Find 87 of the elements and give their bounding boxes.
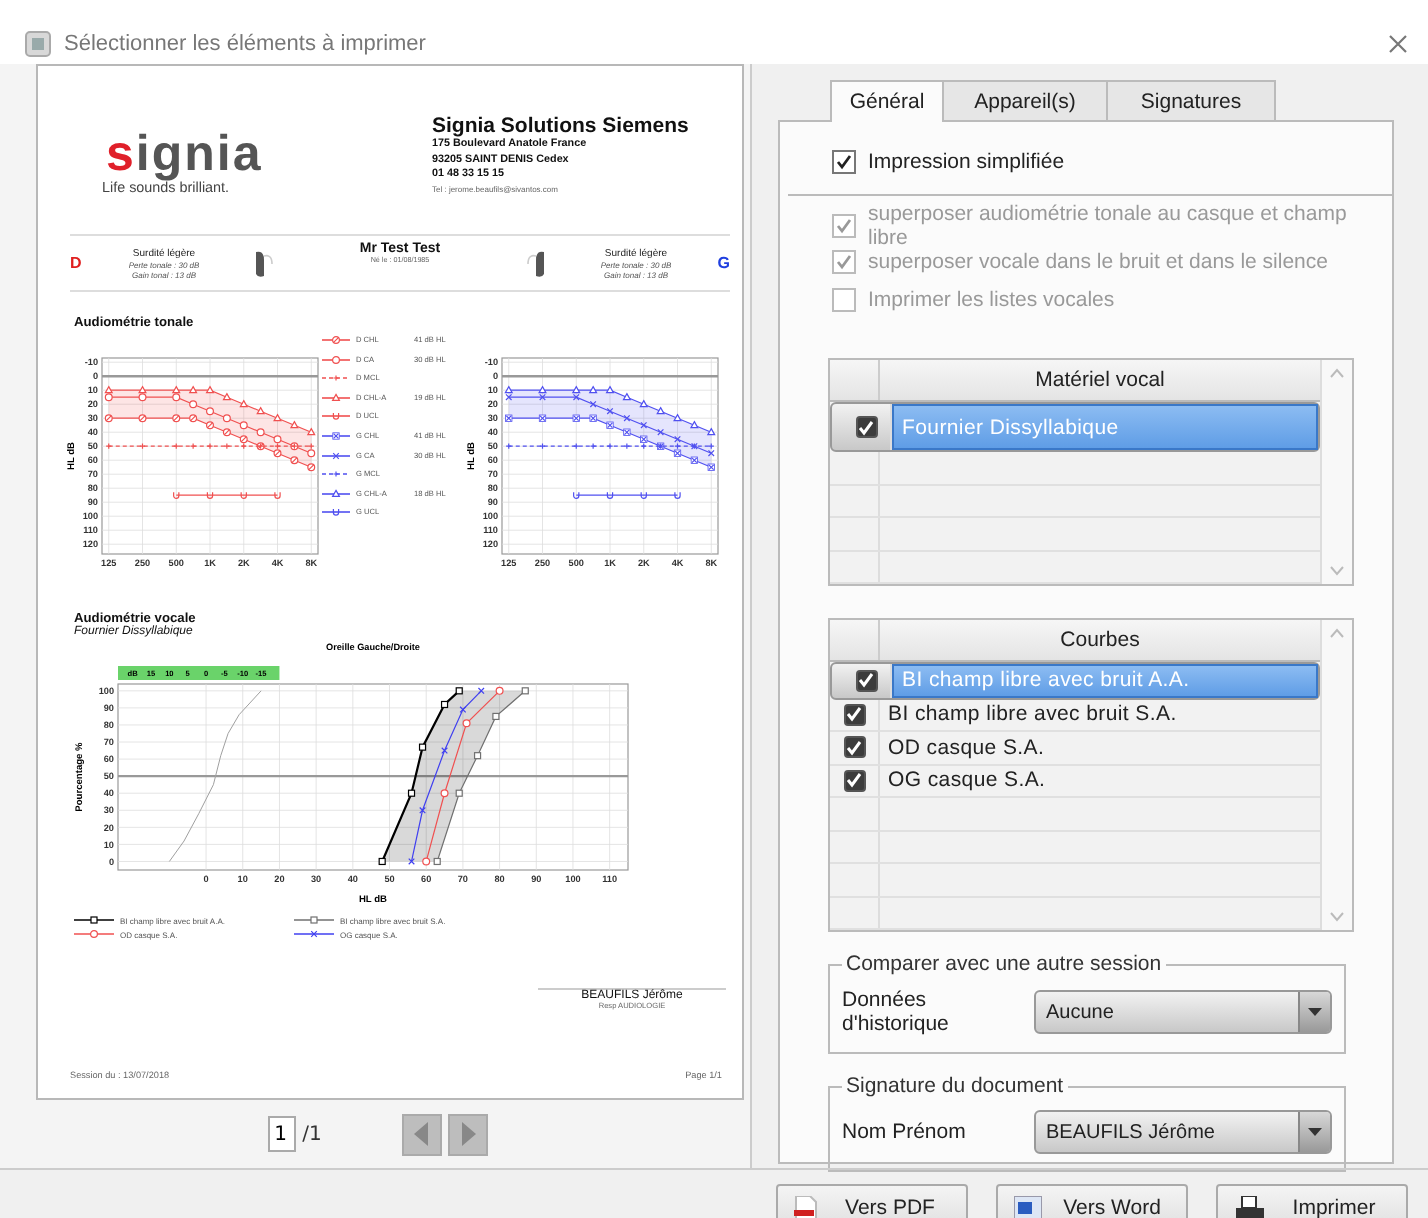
point	[189, 443, 197, 450]
point	[378, 857, 386, 866]
list-row[interactable]: OG casque S.A.	[830, 765, 1320, 798]
next-page-button[interactable]	[447, 1113, 488, 1155]
point	[407, 789, 416, 797]
scroll-up-icon[interactable]	[1330, 368, 1344, 378]
legend-line-icon	[322, 449, 350, 462]
legend-line-icon	[322, 391, 350, 404]
point	[418, 743, 427, 751]
point	[521, 687, 529, 695]
app-icon	[24, 30, 52, 58]
point	[455, 687, 463, 695]
field-label: Nom Prénom	[842, 1120, 968, 1144]
point	[455, 789, 463, 797]
point	[419, 806, 426, 814]
dropdown-arrow-icon	[1308, 1008, 1322, 1016]
point	[422, 857, 431, 866]
point	[473, 752, 482, 760]
action-button[interactable]: Vers Word	[996, 1184, 1188, 1218]
checkbox[interactable]	[843, 736, 865, 759]
legend-line-icon	[322, 372, 350, 385]
window-title: Sélectionner les éléments à imprimer	[64, 30, 428, 56]
word-file-icon	[1014, 1196, 1042, 1218]
right-arrow-icon	[459, 1122, 476, 1146]
point	[307, 449, 316, 458]
point	[459, 706, 467, 713]
page-input[interactable]: 1	[268, 1116, 297, 1152]
scrollbar[interactable]	[1320, 620, 1352, 930]
printer-icon	[1234, 1196, 1266, 1218]
dropdown[interactable]: Aucune	[1034, 990, 1332, 1034]
checkbox[interactable]	[843, 703, 865, 726]
group-title: Signature du document	[844, 1074, 1066, 1098]
point	[206, 443, 214, 450]
checkbox[interactable]	[855, 669, 877, 692]
scroll-down-icon[interactable]	[1330, 912, 1344, 922]
checkbox[interactable]	[832, 150, 856, 175]
option-label: Imprimer les listes vocales	[868, 287, 1115, 312]
previous-page-button[interactable]	[401, 1113, 442, 1155]
dropdown[interactable]: BEAUFILS Jérôme	[1034, 1110, 1332, 1154]
legend-line-icon	[322, 487, 350, 500]
ear-side-label: G	[715, 254, 730, 272]
column-header: Matériel vocal	[1033, 366, 1167, 396]
point	[606, 443, 614, 450]
checkbox[interactable]	[843, 769, 865, 792]
legend-line-icon	[322, 334, 350, 346]
legend-line-icon	[322, 353, 350, 366]
list-row[interactable]: OD casque S.A.	[830, 732, 1320, 765]
option-label: superposer vocale dans le bruit et dans le silence	[868, 250, 1328, 275]
hearing-aid-icon	[526, 247, 550, 279]
point	[273, 435, 282, 444]
action-button[interactable]: Vers PDF	[776, 1184, 968, 1218]
page-total: /1	[302, 1123, 322, 1145]
hearing-aid-icon	[250, 247, 274, 279]
point	[589, 443, 597, 450]
point	[492, 712, 500, 721]
scroll-down-icon[interactable]	[1330, 566, 1344, 576]
brand-logo: signia	[106, 130, 263, 178]
point	[440, 700, 449, 709]
list-row[interactable]: BI champ libre avec bruit S.A.	[830, 699, 1320, 732]
company-name: Signia Solutions Siemens	[432, 114, 691, 138]
point	[623, 443, 631, 450]
option-label: Impression simplifiée	[868, 150, 1065, 175]
point	[223, 443, 231, 450]
field-label: Données d'historique	[842, 988, 951, 1036]
ear-side-label: D	[70, 254, 84, 272]
checkbox[interactable]	[855, 416, 877, 438]
pdf-file-icon	[794, 1196, 818, 1218]
column-header: Courbes	[1058, 626, 1142, 656]
legend-line-icon	[322, 429, 350, 442]
tab[interactable]: Signatures	[1106, 80, 1276, 120]
left-arrow-icon	[413, 1122, 430, 1146]
legend-line-icon	[322, 468, 350, 481]
action-button[interactable]: Imprimer	[1216, 1184, 1408, 1218]
point	[433, 857, 441, 866]
point	[495, 686, 504, 695]
group-title: Comparer avec une autre session	[844, 952, 1164, 976]
scroll-up-icon[interactable]	[1330, 628, 1344, 638]
point	[674, 435, 681, 443]
close-icon[interactable]	[1388, 34, 1408, 54]
scrollbar[interactable]	[1320, 360, 1352, 584]
tab[interactable]: Appareil(s)	[942, 80, 1108, 120]
dropdown-arrow-icon	[1308, 1128, 1322, 1136]
point	[462, 719, 471, 728]
legend-line-icon	[322, 410, 350, 423]
point	[440, 789, 449, 798]
tab[interactable]: Général	[830, 80, 944, 122]
legend-line-icon	[322, 506, 350, 519]
